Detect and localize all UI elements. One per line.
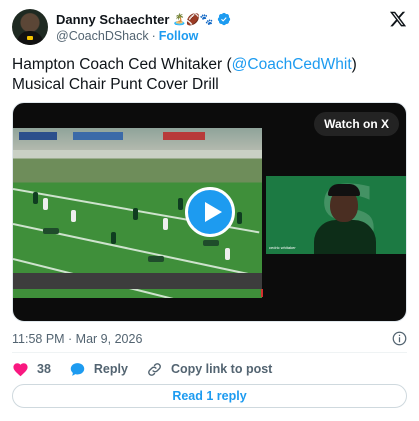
heart-icon <box>13 362 28 376</box>
inset-name-label: cedric whitaker <box>269 245 296 250</box>
field-pad <box>148 256 164 262</box>
player <box>111 232 116 244</box>
coach-cap <box>328 184 360 196</box>
author-name-line: Danny Schaechter 🏝️🏈🐾 <box>56 11 231 27</box>
reply-bubble-icon <box>70 362 85 376</box>
author-handle-line: @CoachDShack · Follow <box>56 28 198 44</box>
player <box>71 210 76 222</box>
tweet-meta: 11:58 PM · Mar 9, 2026 <box>12 331 407 347</box>
tweet-text: Hampton Coach Ced Whitaker (@CoachCedWhi… <box>12 55 407 95</box>
coach-video-inset: S cedric whitaker <box>266 176 406 254</box>
avatar-logo <box>27 36 33 40</box>
separator-dot: · <box>151 29 156 43</box>
video-lower-strip <box>13 273 262 289</box>
follow-button[interactable]: Follow <box>159 29 199 43</box>
player <box>237 212 242 224</box>
progress-marker <box>261 289 263 297</box>
tweet-card: Danny Schaechter 🏝️🏈🐾 @CoachDShack · Fol… <box>0 0 419 421</box>
player <box>178 198 183 210</box>
stadium-sign <box>163 132 205 140</box>
reply-label: Reply <box>93 362 128 376</box>
watch-on-x-button[interactable]: Watch on X <box>314 112 399 136</box>
author-display-name[interactable]: Danny Schaechter <box>56 12 169 27</box>
avatar[interactable] <box>12 9 48 45</box>
stadium-sign <box>19 132 57 140</box>
tweet-text-start: Hampton Coach Ced Whitaker ( <box>12 56 232 73</box>
player <box>225 248 230 260</box>
video-player[interactable]: S cedric whitaker Watch on X <box>12 102 407 322</box>
author-handle[interactable]: @CoachDShack <box>56 29 149 43</box>
mention-link[interactable]: @CoachCedWhit <box>232 56 352 73</box>
play-button[interactable] <box>185 187 235 237</box>
action-bar: 38 Reply Copy link to post <box>12 359 290 379</box>
like-button[interactable]: 38 <box>12 361 51 378</box>
link-icon <box>148 362 161 376</box>
x-logo-icon[interactable] <box>389 10 407 28</box>
info-icon[interactable] <box>392 331 407 346</box>
divider <box>12 352 407 353</box>
like-count: 38 <box>37 362 51 376</box>
stadium-stands <box>13 128 262 150</box>
read-replies-button[interactable]: Read 1 reply <box>12 384 407 408</box>
verified-badge-icon <box>217 12 230 26</box>
play-icon <box>205 202 222 222</box>
field-pad <box>43 228 59 234</box>
player <box>33 192 38 204</box>
copy-link-button[interactable]: Copy link to post <box>146 361 272 378</box>
coach-body <box>314 220 376 254</box>
player <box>133 208 138 220</box>
copy-link-label: Copy link to post <box>170 362 273 376</box>
author-emojis: 🏝️🏈🐾 <box>172 12 214 26</box>
tweet-header: Danny Schaechter 🏝️🏈🐾 @CoachDShack · Fol… <box>12 9 407 47</box>
stadium-sign <box>73 132 123 140</box>
field-pad <box>203 240 219 246</box>
timestamp[interactable]: 11:58 PM · Mar 9, 2026 <box>12 332 142 346</box>
player <box>163 218 168 230</box>
player <box>43 198 48 210</box>
reply-button[interactable]: Reply <box>69 361 128 378</box>
